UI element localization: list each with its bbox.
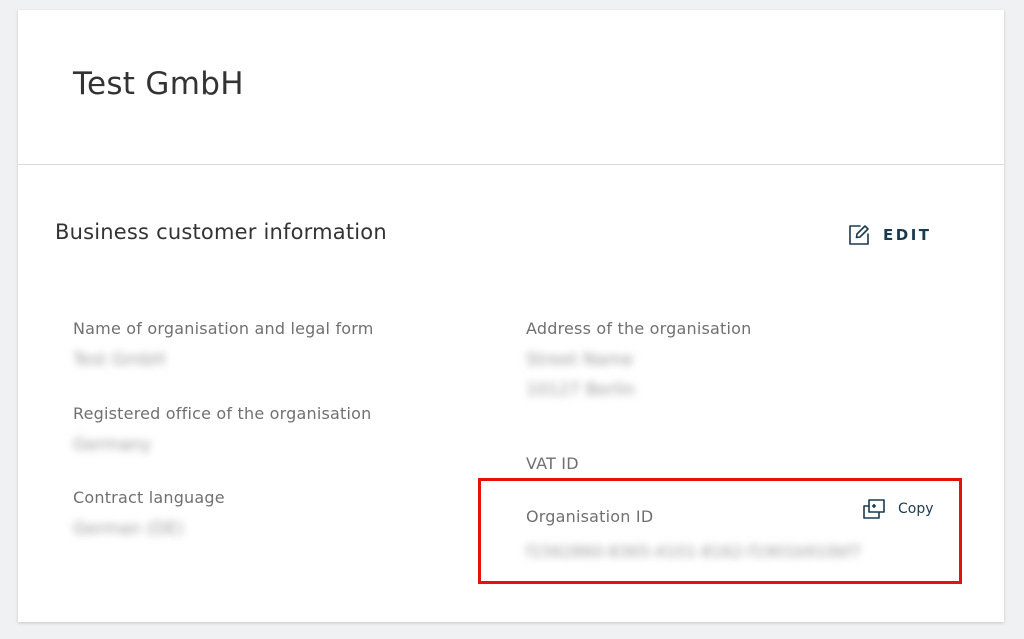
card-header: Test GmbH [18,10,1004,165]
registered-office-value: Germany [73,435,152,455]
registered-office-label: Registered office of the organisation [73,404,372,423]
copy-label: Copy [898,501,934,517]
organisation-id-highlight [478,478,962,584]
company-title: Test GmbH [73,66,244,102]
contract-language-value: German (DE) [73,519,184,539]
copy-icon [862,498,886,520]
address-value: Street Name 10127 Berlin [526,345,635,405]
org-name-value: Test GmbH [73,350,166,370]
address-line-2: 10127 Berlin [526,380,635,400]
organisation-id-value: f1562860-8365-4101-8162-f1901b910bf7 [526,542,862,561]
address-label: Address of the organisation [526,319,752,338]
edit-button[interactable]: EDIT [848,224,932,246]
vat-id-label: VAT ID [526,454,579,473]
copy-button[interactable]: Copy [862,498,934,520]
org-name-label: Name of organisation and legal form [73,319,374,338]
section-title: Business customer information [55,220,387,244]
edit-label: EDIT [883,226,932,244]
contract-language-label: Contract language [73,488,225,507]
organisation-id-label: Organisation ID [526,507,654,526]
address-line-1: Street Name [526,350,634,370]
edit-icon [848,224,870,246]
